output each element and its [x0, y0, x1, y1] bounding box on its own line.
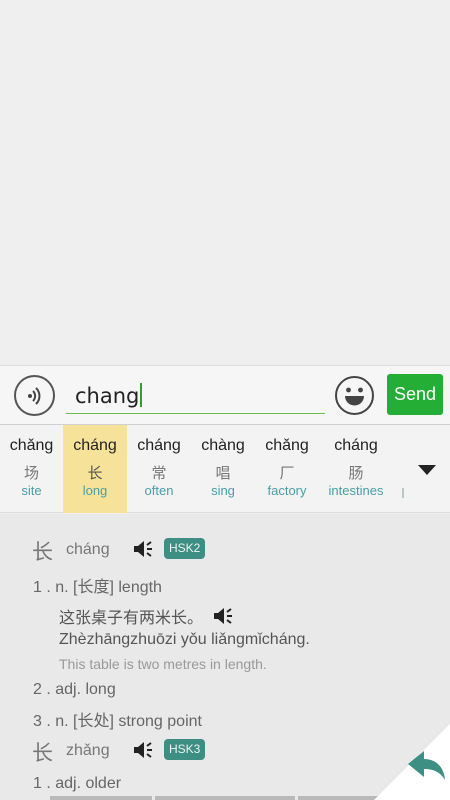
candidate-hanzi: 唱 [215, 464, 231, 482]
candidate-item[interactable]: chǎng 场 site [0, 425, 63, 513]
example-pinyin: Zhèzhāngzhuōzi yǒu liǎngmǐcháng. [59, 631, 310, 648]
example-chinese: 这张桌子有两米长。 [59, 604, 234, 628]
example-english: This table is two metres in length. [59, 656, 267, 672]
candidate-hanzi: 厂 [279, 464, 295, 482]
definition-line: 3 . n. [长处] strong point [33, 713, 202, 730]
triangle-down-icon[interactable] [416, 463, 438, 477]
chat-area [0, 0, 450, 365]
speaker-icon[interactable] [132, 538, 154, 560]
bottom-tab-indicator [155, 796, 295, 800]
candidate-item[interactable]: chǎng 厂 factory [255, 425, 319, 513]
bottom-tab-indicator [50, 796, 152, 800]
candidate-item[interactable]: cháng 肠 intestines [319, 425, 393, 513]
candidate-item[interactable]: chàng 唱 sing [191, 425, 255, 513]
message-input-value: chang [75, 383, 143, 408]
candidate-pinyin: chǎng [265, 437, 309, 454]
candidate-hanzi: 长 [87, 464, 103, 482]
entry-hanzi: 长 [32, 741, 53, 765]
definition-line: 1 . adj. older [33, 775, 122, 792]
hsk-badge: HSK3 [164, 739, 206, 760]
entry-hanzi: 长 [32, 540, 53, 564]
candidate-pinyin: chàng [201, 437, 245, 454]
entry-pinyin: cháng [66, 541, 110, 558]
candidate-hanzi: 肠 [348, 464, 364, 482]
send-button[interactable]: Send [387, 374, 443, 415]
candidate-english: often [144, 483, 174, 498]
emoji-button[interactable] [334, 375, 375, 416]
hsk-badge: HSK2 [164, 538, 206, 559]
back-arrow-icon [374, 724, 450, 800]
smiley-icon [335, 376, 374, 415]
candidate-item[interactable]: cháng 常 often [127, 425, 191, 513]
candidate-hanzi: 常 [151, 464, 167, 482]
candidate-pinyin: chǎng [9, 437, 54, 454]
candidate-english: factory [267, 483, 307, 498]
back-button[interactable] [374, 724, 450, 800]
candidate-english: sing [211, 483, 235, 498]
voice-input-button[interactable] [14, 375, 55, 416]
candidate-pinyin: cháng [73, 437, 117, 454]
candidate-english: site [21, 483, 42, 498]
scroll-hint [402, 488, 404, 498]
candidate-pinyin: cháng [137, 437, 181, 454]
candidate-pinyin: cháng [334, 437, 378, 454]
definition-line: 2 . adj. long [33, 681, 116, 698]
speaker-icon[interactable] [132, 739, 154, 761]
message-input[interactable]: chang [66, 376, 325, 414]
candidate-strip: chǎng 场 site cháng 长 long cháng 常 often … [0, 425, 450, 513]
candidate-hanzi: 场 [23, 464, 39, 482]
entry-pinyin: zhǎng [66, 742, 110, 759]
candidate-english: intestines [328, 483, 384, 498]
definition-line: 1 . n. [长度] length [33, 579, 162, 596]
input-bar: chang Send [0, 365, 450, 425]
text-caret [140, 383, 143, 407]
candidate-item-selected[interactable]: cháng 长 long [63, 425, 127, 513]
candidate-english: long [82, 483, 108, 498]
speaker-icon[interactable] [212, 605, 234, 627]
voice-input-icon [28, 387, 41, 405]
